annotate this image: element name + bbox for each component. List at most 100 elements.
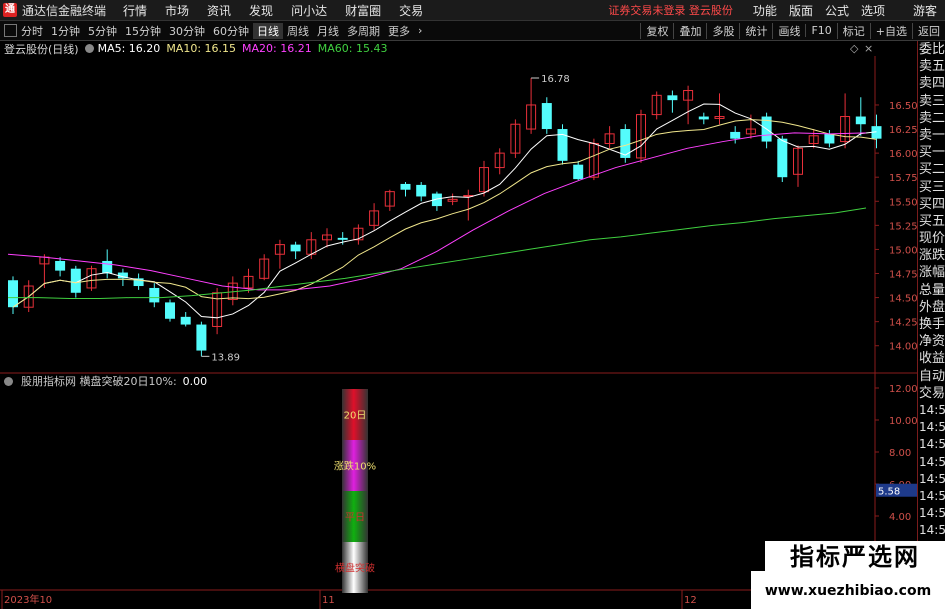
date-label: 2023年10 [4, 593, 52, 606]
sub-tick-label: 4.00 [889, 512, 911, 523]
trade-time: 14:56 [919, 523, 945, 538]
quote-label: 自动 [919, 368, 945, 384]
trade-time: 14:56 [919, 488, 945, 503]
ma10-value: MA10: 16.15 [166, 42, 237, 55]
chevron-right-icon[interactable]: › [414, 24, 426, 37]
current-value-label: 5.58 [878, 487, 900, 498]
kline-chart[interactable]: 16.50 16.25 16.00 15.75 15.50 15.25 15.00 14.75… [0, 41, 917, 609]
candle-body [855, 116, 866, 125]
price-tick-label: 16.00 [889, 149, 917, 160]
quote-label: 交易 [919, 385, 945, 401]
ma20-value: MA20: 16.21 [242, 42, 312, 55]
price-tick-label: 15.75 [889, 173, 917, 184]
menu-ask[interactable]: 问小达 [282, 2, 336, 19]
tab-more[interactable]: 更多 [384, 23, 414, 39]
app-logo-icon: 通 [3, 3, 17, 17]
price-tick-label: 15.50 [889, 197, 917, 208]
app-title: 通达信金融终端 [22, 3, 107, 18]
indicator-segment: 横盘突破 [335, 542, 375, 593]
sidebar-toggle-icon[interactable] [4, 24, 17, 37]
menu-discover[interactable]: 发现 [240, 2, 282, 19]
indicator-settings-icon[interactable] [4, 376, 13, 386]
candle-body [557, 129, 568, 161]
broker-login-status[interactable]: 证券交易未登录 登云股份 [608, 2, 733, 18]
tool-mark-button[interactable]: 标记 [836, 22, 870, 39]
candle-body [8, 280, 18, 308]
indicator-header: 股朋指标网 横盘突破20日10%: 0.00 [0, 374, 207, 388]
candle-body [55, 260, 66, 271]
quote-label: 卖五 [919, 59, 945, 75]
quote-label: 换手 [919, 317, 945, 332]
tab-monthly[interactable]: 月线 [313, 23, 343, 39]
tab-intraday[interactable]: 分时 [17, 23, 47, 39]
tool-add-watchlist-button[interactable]: +自选 [869, 22, 912, 39]
price-tick-label: 15.25 [889, 221, 917, 232]
quote-label: 买一 [919, 145, 945, 161]
high-label: 16.78 [541, 74, 570, 85]
quote-label: 买三 [919, 179, 945, 195]
ma60-value: MA60: 15.43 [317, 42, 388, 55]
guest-user[interactable]: 游客 [913, 2, 937, 19]
menu-market[interactable]: 市场 [156, 2, 198, 19]
chart-header: 登云股份(日线) MA5: 16.20 MA10: 16.15 MA20: 16… [0, 41, 875, 56]
candle-body [149, 287, 160, 303]
tab-weekly[interactable]: 周线 [283, 23, 313, 39]
candle-body [416, 184, 427, 197]
tool-back-button[interactable]: 返回 [912, 22, 945, 39]
menu-layout[interactable]: 版面 [783, 2, 819, 19]
candle-body [165, 302, 175, 319]
top-menu-bar: 通 通达信金融终端 行情 市场 资讯 发现 问小达 财富圈 交易 证券交易未登录… [0, 0, 945, 21]
quote-label: 收益 [919, 351, 945, 367]
price-tick-label: 16.50 [889, 101, 917, 112]
tab-5min[interactable]: 5分钟 [84, 23, 121, 39]
tool-adjust-button[interactable]: 复权 [640, 22, 673, 39]
menu-quotes[interactable]: 行情 [114, 2, 156, 19]
tool-draw-button[interactable]: 画线 [772, 22, 805, 39]
tab-daily[interactable]: 日线 [253, 22, 283, 39]
candle-body [777, 138, 788, 178]
tab-multi-period[interactable]: 多周期 [343, 23, 384, 39]
period-toolbar: 分时 1分钟 5分钟 15分钟 30分钟 60分钟 日线 周线 月线 多周期 更… [0, 21, 945, 41]
quote-label: 现价 [919, 231, 945, 247]
tab-30min[interactable]: 30分钟 [165, 23, 209, 39]
quote-label: 涨幅 [919, 265, 945, 281]
price-tick-label: 14.25 [889, 318, 917, 329]
candle-body [667, 95, 678, 101]
tool-f10-button[interactable]: F10 [805, 24, 836, 37]
indicator-segment: 涨跌10% [334, 440, 376, 491]
menu-options[interactable]: 选项 [855, 2, 891, 19]
trade-time: 14:56 [919, 454, 945, 469]
tool-overlay-button[interactable]: 叠加 [673, 22, 706, 39]
menu-trade[interactable]: 交易 [390, 2, 432, 19]
quote-label: 涨跌 [919, 248, 945, 264]
tool-stats-button[interactable]: 统计 [739, 22, 772, 39]
menu-community[interactable]: 财富圈 [336, 2, 390, 19]
quote-panel: 委比 卖五 卖四 卖三 卖二 卖一 买一 买二 买三 买四 买五 现价 涨跌 涨幅 总量 外盘 换手 净资 收益 自动… [917, 41, 945, 609]
trade-time: 14:56 [919, 420, 945, 435]
tab-15min[interactable]: 15分钟 [121, 23, 165, 39]
menu-formula[interactable]: 公式 [819, 2, 855, 19]
tool-multi-stock-button[interactable]: 多股 [706, 22, 739, 39]
tab-1min[interactable]: 1分钟 [47, 23, 84, 39]
quote-label: 外盘 [919, 299, 945, 315]
menu-function[interactable]: 功能 [747, 2, 783, 19]
low-label: 13.89 [211, 352, 240, 363]
tab-60min[interactable]: 60分钟 [209, 23, 253, 39]
sub-tick-label: 8.00 [889, 448, 911, 459]
ma5-value: MA5: 16.20 [97, 42, 161, 55]
menu-news[interactable]: 资讯 [198, 2, 240, 19]
candle-body [730, 131, 741, 139]
price-tick-label: 16.25 [889, 125, 917, 136]
ma20-line [7, 132, 867, 291]
quote-label: 买五 [919, 213, 945, 229]
candle-body [400, 183, 411, 190]
indicator-segment: 平日 [342, 491, 368, 542]
trade-time: 14:56 [919, 506, 945, 521]
quote-label: 卖一 [919, 127, 945, 143]
ma-settings-icon[interactable] [84, 44, 94, 53]
trade-time: 14:56 [919, 471, 945, 486]
quote-label: 卖四 [919, 76, 945, 92]
watermark-title: 指标严选网 [765, 541, 945, 573]
quote-label: 买二 [919, 162, 945, 178]
price-tick-label: 15.00 [889, 245, 917, 256]
